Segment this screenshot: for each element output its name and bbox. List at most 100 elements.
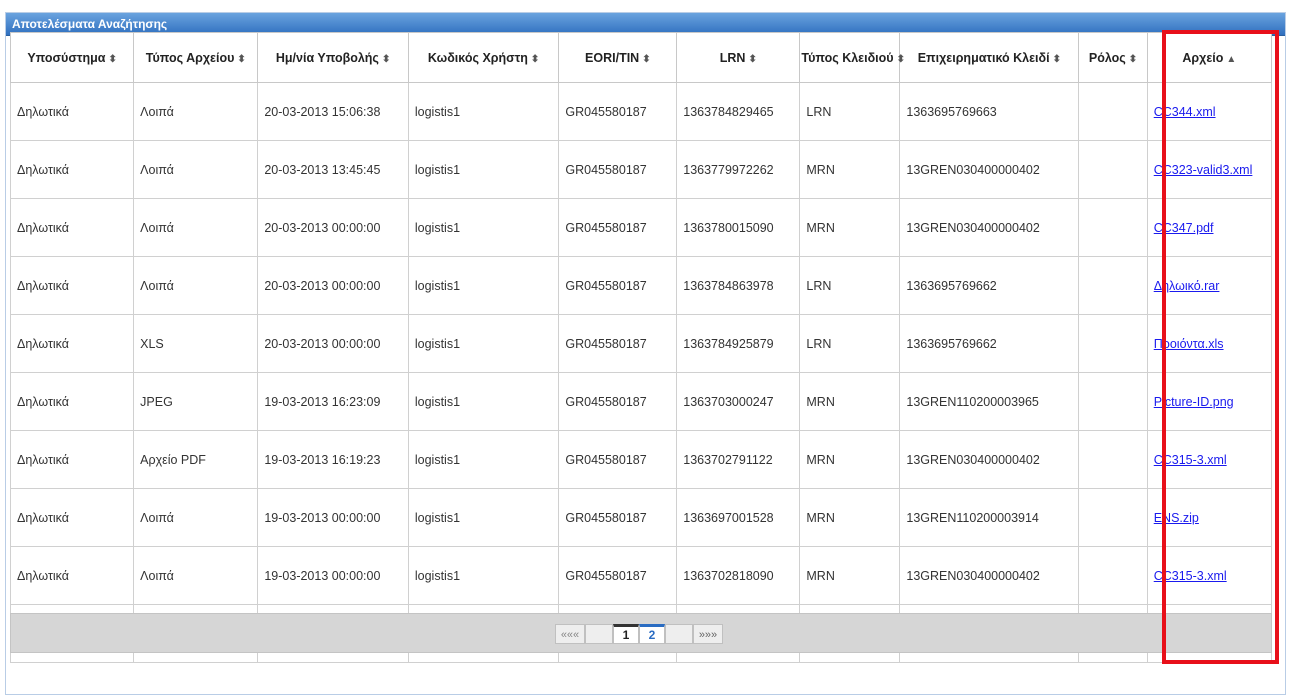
sort-icon[interactable]: ⬍	[642, 54, 650, 65]
pagination-bar: ««« 1 2 »»»	[10, 613, 1272, 653]
subsystem-cell: Δηλωτικά	[9, 546, 135, 605]
sort-icon[interactable]: ⬍	[382, 54, 390, 65]
column-header-label: Επιχειρηματικό Κλειδί	[917, 50, 1050, 65]
business-key-cell: 13GREN030400000402	[899, 430, 1080, 489]
next-page-button[interactable]	[665, 624, 693, 644]
sort-icon[interactable]: ⬍	[531, 54, 539, 65]
user-code-cell: logistis1	[407, 546, 560, 605]
table-row: Δηλωτικά Λοιπά 20-03-2013 13:45:45 logistis…	[9, 140, 1273, 199]
submission-date-cell: 20-03-2013 00:00:00	[257, 256, 409, 315]
subsystem-cell: Δηλωτικά	[9, 256, 135, 315]
lrn-cell: 1363779972262	[676, 140, 801, 199]
lrn-cell: 1363703000247	[676, 372, 801, 431]
results-grid: Υποσύστημα ⬍ Τύπος Αρχείου ⬍ Ημ/νία Υποβολής…	[9, 32, 1273, 672]
subsystem-cell: Δηλωτικά	[9, 488, 135, 547]
file-cell: Δηλωικό.rar	[1146, 256, 1273, 315]
sort-icon[interactable]: ⬍	[1053, 54, 1061, 65]
subsystem-cell: Δηλωτικά	[9, 430, 135, 489]
eori-cell: GR045580187	[558, 488, 678, 547]
table-row: Δηλωτικά XLS 20-03-2013 00:00:00 logistis1 G…	[9, 314, 1273, 373]
file-download-link[interactable]: Δηλωικό.rar	[1154, 279, 1220, 293]
column-header[interactable]: Ρόλος ⬍	[1078, 32, 1148, 83]
file-cell: Picture-ID.png	[1146, 372, 1273, 431]
user-code-cell: logistis1	[407, 198, 560, 257]
file-cell: CC315-3.xml	[1146, 546, 1273, 605]
file-download-link[interactable]: CC323-valid3.xml	[1154, 163, 1253, 177]
sort-icon[interactable]: ⬍	[1129, 54, 1137, 65]
file-download-link[interactable]: Picture-ID.png	[1154, 395, 1234, 409]
submission-date-cell: 19-03-2013 16:23:09	[257, 372, 409, 431]
table-row: ΔηλωτικάΛοιπά19-03-2013 00:00:00logistis…	[9, 546, 1273, 605]
sort-ascending-icon[interactable]: ▲	[1226, 54, 1236, 65]
business-key-cell: 1363695769662	[899, 314, 1080, 373]
submission-date-cell: 20-03-2013 15:06:38	[257, 82, 409, 141]
business-key-cell: 13GREN110200003965	[899, 372, 1080, 431]
submission-date-cell: 20-03-2013 00:00:00	[257, 314, 409, 373]
file-type-cell: Αρχείο PDF	[133, 430, 259, 489]
eori-cell: GR045580187	[558, 198, 678, 257]
business-key-cell: 1363695769662	[899, 256, 1080, 315]
file-type-cell: Λοιπά	[133, 256, 259, 315]
last-page-button[interactable]: »»»	[693, 624, 723, 644]
column-header[interactable]: Ημ/νία Υποβολής ⬍	[257, 32, 409, 83]
lrn-cell: 1363784829465	[676, 82, 801, 141]
submission-date-cell: 20-03-2013 00:00:00	[257, 198, 409, 257]
user-code-cell: logistis1	[407, 488, 560, 547]
subsystem-cell: Δηλωτικά	[9, 314, 135, 373]
column-header-label: Ρόλος	[1088, 50, 1126, 65]
page-1-button[interactable]: 1	[613, 624, 639, 644]
role-cell	[1078, 198, 1148, 257]
file-download-link[interactable]: CC344.xml	[1154, 105, 1216, 119]
table-row: Δηλωτικά JPEG 19-03-2013 16:23:09 logistis1…	[9, 372, 1273, 431]
submission-date-cell: 19-03-2013 00:00:00	[257, 546, 409, 605]
key-type-cell: LRN	[799, 314, 901, 373]
sort-icon[interactable]: ⬍	[108, 54, 116, 65]
lrn-cell: 1363697001528	[676, 488, 801, 547]
file-cell: CC344.xml	[1146, 82, 1273, 141]
sort-icon[interactable]: ⬍	[237, 54, 245, 65]
table-row: ΔηλωτικάΛοιπά19-03-2013 00:00:00logistis…	[9, 488, 1273, 547]
column-header[interactable]: Τύπος Κλειδιού ⬍	[799, 32, 905, 83]
table-header-row: Υποσύστημα ⬍ Τύπος Αρχείου ⬍ Ημ/νία Υποβολής…	[9, 32, 1273, 83]
first-page-button[interactable]: «««	[555, 624, 585, 644]
file-download-link[interactable]: CC315-3.xml	[1154, 569, 1227, 583]
lrn-cell: 1363702818090	[676, 546, 801, 605]
column-header[interactable]: Αρχείο ▲	[1146, 32, 1273, 83]
role-cell	[1078, 314, 1148, 373]
column-header[interactable]: Υποσύστημα ⬍	[9, 32, 135, 83]
file-type-cell: XLS	[133, 314, 259, 373]
file-cell: Προιόντα.xls	[1146, 314, 1273, 373]
file-download-link[interactable]: ENS.zip	[1154, 511, 1199, 525]
column-header[interactable]: Κωδικός Χρήστη ⬍	[407, 32, 560, 83]
file-cell: CC347.pdf	[1146, 198, 1273, 257]
sort-icon[interactable]: ⬍	[897, 54, 905, 65]
eori-cell: GR045580187	[558, 314, 678, 373]
key-type-cell: MRN	[799, 430, 901, 489]
business-key-cell: 1363695769663	[899, 82, 1080, 141]
role-cell	[1078, 546, 1148, 605]
role-cell	[1078, 430, 1148, 489]
file-type-cell: JPEG	[133, 372, 259, 431]
file-cell: ENS.zip	[1146, 488, 1273, 547]
role-cell	[1078, 256, 1148, 315]
key-type-cell: MRN	[799, 488, 901, 547]
prev-page-button[interactable]	[585, 624, 613, 644]
file-type-cell: Λοιπά	[133, 488, 259, 547]
column-header[interactable]: LRN ⬍	[676, 32, 801, 83]
column-header[interactable]: EORI/TIN ⬍	[558, 32, 678, 83]
results-table: Υποσύστημα ⬍ Τύπος Αρχείου ⬍ Ημ/νία Υποβολής…	[9, 32, 1273, 663]
role-cell	[1078, 140, 1148, 199]
file-download-link[interactable]: Προιόντα.xls	[1154, 337, 1224, 351]
file-type-cell: Λοιπά	[133, 82, 259, 141]
subsystem-cell: Δηλωτικά	[9, 372, 135, 431]
file-download-link[interactable]: CC347.pdf	[1154, 221, 1214, 235]
user-code-cell: logistis1	[407, 314, 560, 373]
user-code-cell: logistis1	[407, 82, 560, 141]
column-header[interactable]: Επιχειρηματικό Κλειδί ⬍	[899, 32, 1080, 83]
file-download-link[interactable]: CC315-3.xml	[1154, 453, 1227, 467]
subsystem-cell: Δηλωτικά	[9, 198, 135, 257]
page-2-button[interactable]: 2	[639, 624, 665, 644]
sort-icon[interactable]: ⬍	[748, 54, 756, 65]
column-header[interactable]: Τύπος Αρχείου ⬍	[133, 32, 259, 83]
column-header-label: Κωδικός Χρήστη	[427, 50, 528, 65]
